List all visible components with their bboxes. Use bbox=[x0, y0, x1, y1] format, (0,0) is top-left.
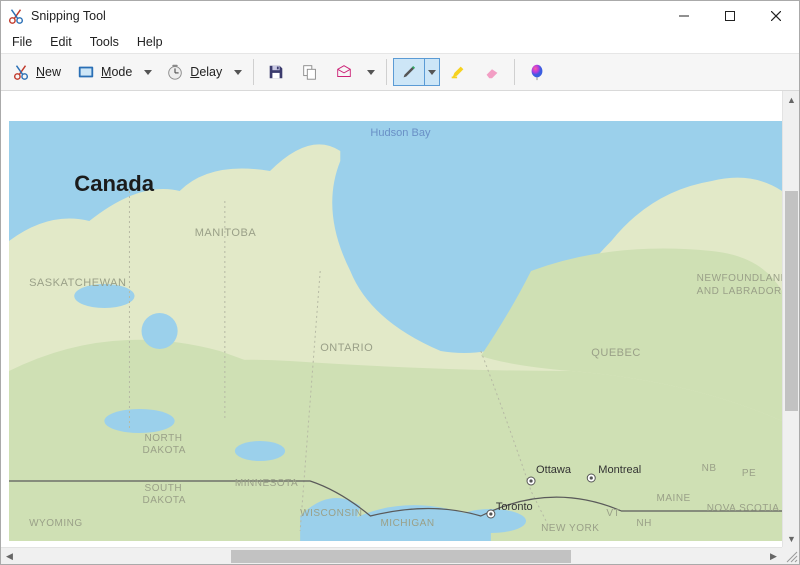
new-snip-button[interactable]: New bbox=[5, 58, 68, 86]
label-nd2: DAKOTA bbox=[143, 445, 186, 456]
copy-icon bbox=[301, 63, 319, 81]
label-wy: WYOMING bbox=[29, 518, 83, 529]
chevron-down-icon bbox=[234, 70, 242, 75]
copy-button[interactable] bbox=[294, 58, 326, 86]
toolbar: New Mode Delay bbox=[1, 53, 799, 91]
mode-button[interactable]: Mode bbox=[70, 58, 139, 86]
delay-label: Delay bbox=[190, 65, 222, 79]
label-nh: NH bbox=[636, 518, 651, 529]
city-ottawa: Ottawa bbox=[536, 464, 572, 476]
label-wi: WISCONSIN bbox=[300, 508, 362, 519]
menu-file[interactable]: File bbox=[3, 33, 41, 51]
new-label: New bbox=[36, 65, 61, 79]
label-ontario: ONTARIO bbox=[320, 342, 373, 354]
eraser-button[interactable] bbox=[476, 58, 508, 86]
eraser-icon bbox=[483, 63, 501, 81]
vertical-scroll-thumb[interactable] bbox=[785, 191, 798, 411]
scroll-left-arrow[interactable]: ◀ bbox=[1, 548, 18, 564]
label-sd1: SOUTH bbox=[145, 483, 183, 494]
label-sd2: DAKOTA bbox=[143, 495, 186, 506]
separator bbox=[253, 59, 254, 85]
city-toronto: Toronto bbox=[496, 501, 533, 513]
chevron-down-icon bbox=[428, 70, 436, 75]
label-quebec: QUEBEC bbox=[591, 347, 641, 359]
highlighter-icon bbox=[449, 63, 467, 81]
resize-grip[interactable] bbox=[782, 547, 799, 564]
balloon-icon bbox=[528, 63, 546, 81]
floppy-icon bbox=[267, 63, 285, 81]
highlighter-button[interactable] bbox=[442, 58, 474, 86]
delay-dropdown[interactable] bbox=[229, 58, 247, 86]
scissors-icon bbox=[12, 63, 30, 81]
label-me: MAINE bbox=[657, 493, 691, 504]
chevron-down-icon bbox=[144, 70, 152, 75]
pen-dropdown[interactable] bbox=[424, 58, 440, 86]
chevron-down-icon bbox=[367, 70, 375, 75]
title-bar: Snipping Tool bbox=[1, 1, 799, 31]
canvas[interactable]: Canada Hudson Bay MANITOBA SASKATCHEWAN … bbox=[1, 91, 782, 547]
label-saskatchewan: SASKATCHEWAN bbox=[29, 277, 126, 289]
label-ny: NEW YORK bbox=[541, 523, 599, 534]
scroll-right-arrow[interactable]: ▶ bbox=[765, 548, 782, 564]
label-manitoba: MANITOBA bbox=[195, 227, 257, 239]
scroll-down-arrow[interactable]: ▼ bbox=[783, 530, 799, 547]
clock-icon bbox=[166, 63, 184, 81]
label-nl2: AND LABRADOR bbox=[697, 286, 782, 297]
save-button[interactable] bbox=[260, 58, 292, 86]
window-title: Snipping Tool bbox=[31, 9, 106, 23]
paint3d-button[interactable] bbox=[521, 58, 553, 86]
mode-label: Mode bbox=[101, 65, 132, 79]
menu-help[interactable]: Help bbox=[128, 33, 172, 51]
map-title: Canada bbox=[74, 171, 154, 196]
label-pe: PE bbox=[742, 468, 756, 479]
label-nl1: NEWFOUNDLAND bbox=[697, 273, 782, 284]
mode-dropdown[interactable] bbox=[139, 58, 157, 86]
horizontal-scroll-thumb[interactable] bbox=[231, 550, 571, 563]
label-nb: NB bbox=[702, 463, 717, 474]
captured-map-image: Canada Hudson Bay MANITOBA SASKATCHEWAN … bbox=[9, 121, 782, 541]
app-window: Snipping Tool File Edit Tools Help New bbox=[0, 0, 800, 565]
snipping-tool-icon bbox=[7, 7, 25, 25]
close-button[interactable] bbox=[753, 1, 799, 31]
city-montreal: Montreal bbox=[598, 464, 641, 476]
label-hudson-bay: Hudson Bay bbox=[370, 127, 431, 139]
separator bbox=[386, 59, 387, 85]
scroll-up-arrow[interactable]: ▲ bbox=[783, 91, 799, 108]
minimize-button[interactable] bbox=[661, 1, 707, 31]
menu-edit[interactable]: Edit bbox=[41, 33, 81, 51]
menu-bar: File Edit Tools Help bbox=[1, 31, 799, 53]
label-nd1: NORTH bbox=[145, 433, 183, 444]
mode-rect-icon bbox=[77, 63, 95, 81]
label-mi: MICHIGAN bbox=[380, 518, 434, 529]
envelope-icon bbox=[335, 63, 353, 81]
pen-icon bbox=[400, 63, 418, 81]
send-dropdown[interactable] bbox=[362, 58, 380, 86]
label-vt: VT bbox=[606, 508, 620, 519]
maximize-button[interactable] bbox=[707, 1, 753, 31]
delay-button[interactable]: Delay bbox=[159, 58, 229, 86]
label-ns: NOVA SCOTIA bbox=[707, 503, 780, 514]
window-controls bbox=[661, 1, 799, 31]
content-area: Canada Hudson Bay MANITOBA SASKATCHEWAN … bbox=[1, 91, 799, 564]
vertical-scrollbar[interactable]: ▲ ▼ bbox=[782, 91, 799, 547]
menu-tools[interactable]: Tools bbox=[81, 33, 128, 51]
label-mn: MINNESOTA bbox=[235, 478, 298, 489]
send-button[interactable] bbox=[328, 58, 360, 86]
separator bbox=[514, 59, 515, 85]
horizontal-scrollbar[interactable]: ◀ ▶ bbox=[1, 547, 782, 564]
pen-button[interactable] bbox=[393, 58, 424, 86]
